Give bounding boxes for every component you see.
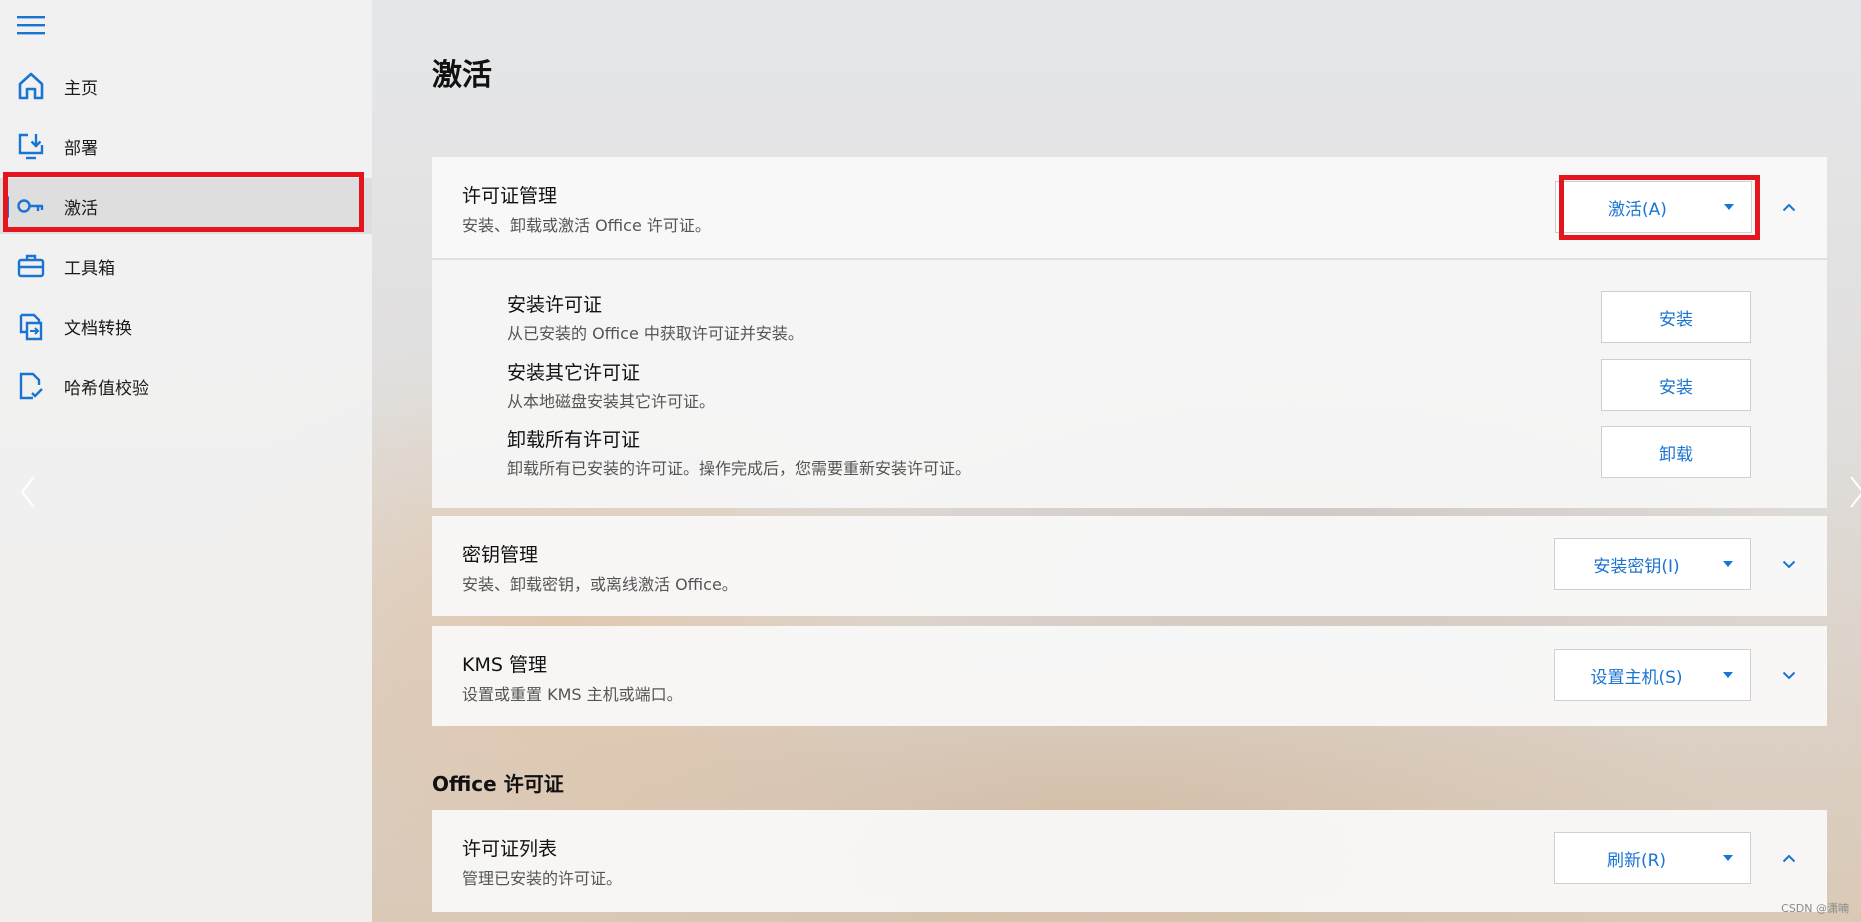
sidebar-item-label: 激活 — [64, 198, 98, 219]
activate-split-button[interactable]: 激活(A) — [1555, 181, 1752, 233]
uninstall-all-licenses-title: 卸载所有许可证 — [507, 429, 641, 451]
hamburger-icon — [17, 16, 45, 35]
install-other-license-desc: 从本地磁盘安装其它许可证。 — [507, 392, 716, 411]
section-heading: Office 许可证 — [432, 772, 564, 796]
card-title: 许可证管理 — [462, 185, 558, 207]
license-management-card: 许可证管理 安装、卸载或激活 Office 许可证。 激活(A) — [432, 157, 1827, 258]
sidebar-item-label: 文档转换 — [64, 318, 132, 339]
license-management-expanded-panel: 安装许可证 从已安装的 Office 中获取许可证并安装。 安装 安装其它许可证… — [432, 260, 1827, 508]
deploy-icon — [15, 130, 47, 162]
card-description: 设置或重置 KMS 主机或端口。 — [462, 685, 683, 704]
install-key-button-label: 安装密钥(I) — [1593, 556, 1680, 577]
card-title: 密钥管理 — [462, 544, 539, 566]
license-list-card: 许可证列表 管理已安装的许可证。 刷新(R) — [432, 810, 1827, 912]
activate-button-label: 激活(A) — [1608, 199, 1667, 220]
uninstall-all-licenses-button[interactable]: 卸载 — [1601, 426, 1751, 478]
set-host-split-button[interactable]: 设置主机(S) — [1554, 649, 1751, 701]
key-management-card: 密钥管理 安装、卸载密钥，或离线激活 Office。 安装密钥(I) — [432, 516, 1827, 616]
install-key-split-button[interactable]: 安装密钥(I) — [1554, 538, 1751, 590]
sidebar-item-label: 哈希值校验 — [64, 378, 149, 399]
toolbox-icon — [15, 250, 47, 282]
sidebar: 主页 部署 激活 工具箱 文档转换 哈希值校验 — [0, 0, 372, 922]
refresh-split-button[interactable]: 刷新(R) — [1554, 832, 1751, 884]
card-description: 安装、卸载密钥，或离线激活 Office。 — [462, 575, 738, 594]
hash-check-icon — [15, 370, 47, 402]
sidebar-item-label: 工具箱 — [64, 258, 115, 279]
card-title: KMS 管理 — [462, 654, 547, 676]
install-license-button[interactable]: 安装 — [1601, 291, 1751, 343]
collapse-button[interactable] — [1774, 843, 1804, 873]
sidebar-item-label: 主页 — [64, 78, 98, 99]
chevron-down-icon — [1782, 671, 1796, 679]
card-description: 安装、卸载或激活 Office 许可证。 — [462, 216, 711, 235]
chevron-up-icon — [1782, 854, 1796, 862]
caret-down-icon — [1723, 561, 1733, 567]
dropdown-caret[interactable] — [1706, 650, 1750, 700]
sidebar-item-deploy[interactable]: 部署 — [0, 118, 372, 174]
sidebar-item-toolbox[interactable]: 工具箱 — [0, 238, 372, 294]
caret-down-icon — [1723, 855, 1733, 861]
kms-management-card: KMS 管理 设置或重置 KMS 主机或端口。 设置主机(S) — [432, 626, 1827, 726]
dropdown-caret[interactable] — [1706, 833, 1750, 883]
key-icon — [15, 190, 47, 222]
chevron-down-icon — [1782, 560, 1796, 568]
sidebar-item-label: 部署 — [64, 138, 98, 159]
chevron-right-icon — [1849, 476, 1861, 508]
expand-button[interactable] — [1774, 660, 1804, 690]
page-title: 激活 — [432, 58, 492, 93]
chevron-left-icon — [20, 476, 35, 508]
expand-button[interactable] — [1774, 549, 1804, 579]
menu-toggle-button[interactable] — [14, 12, 48, 38]
previous-arrow[interactable] — [16, 472, 40, 512]
sidebar-item-home[interactable]: 主页 — [0, 58, 372, 114]
sidebar-item-document-convert[interactable]: 文档转换 — [0, 298, 372, 354]
dropdown-caret[interactable] — [1706, 539, 1750, 589]
sidebar-item-hash-check[interactable]: 哈希值校验 — [0, 358, 372, 414]
refresh-button-label: 刷新(R) — [1606, 850, 1667, 871]
next-arrow[interactable] — [1844, 472, 1861, 512]
uninstall-all-licenses-desc: 卸载所有已安装的许可证。操作完成后，您需要重新安装许可证。 — [507, 459, 972, 478]
document-convert-icon — [15, 310, 47, 342]
set-host-button-label: 设置主机(S) — [1590, 667, 1683, 688]
watermark: CSDN @潇喃 — [1781, 902, 1849, 915]
card-title: 许可证列表 — [462, 838, 558, 860]
caret-down-icon — [1723, 672, 1733, 678]
caret-down-icon — [1724, 204, 1734, 210]
card-description: 管理已安装的许可证。 — [462, 869, 623, 888]
install-other-license-button[interactable]: 安装 — [1601, 359, 1751, 411]
install-license-title: 安装许可证 — [507, 294, 603, 316]
install-other-license-title: 安装其它许可证 — [507, 362, 641, 384]
collapse-button[interactable] — [1774, 192, 1804, 222]
sidebar-item-activation[interactable]: 激活 — [0, 178, 372, 234]
dropdown-caret[interactable] — [1707, 182, 1751, 232]
install-license-desc: 从已安装的 Office 中获取许可证并安装。 — [507, 324, 804, 343]
chevron-up-icon — [1782, 203, 1796, 211]
home-icon — [15, 70, 47, 102]
